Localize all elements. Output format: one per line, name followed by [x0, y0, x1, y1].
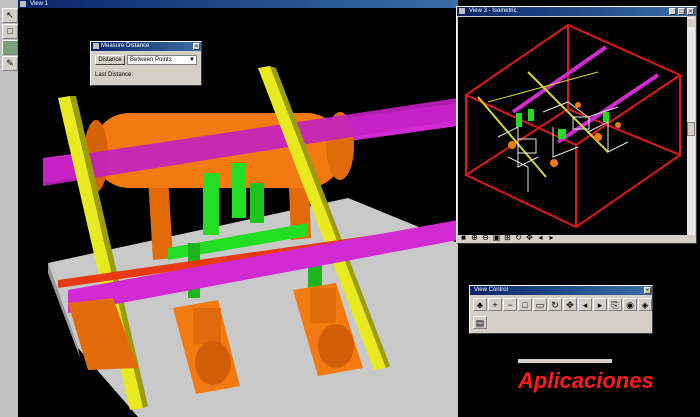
view-3-nav-bar: ■ ⊕ ⊖ ▣ ⊞ ↻ ✥ ◂ ▸: [459, 233, 684, 242]
measure-icon: [93, 43, 99, 49]
render-icon[interactable]: ◈: [638, 298, 652, 311]
view-3-titlebar[interactable]: View 3 - Isometric _ □ ×: [457, 7, 696, 16]
view-attributes-icon[interactable]: ▤: [473, 316, 487, 329]
brand-text: Aplicaciones: [518, 368, 654, 393]
view-control-row-2: ▤: [473, 316, 487, 329]
pan-icon[interactable]: ✥: [525, 233, 534, 242]
pump-motor-left: [193, 308, 221, 344]
measure-dialog-title: Measure Distance: [101, 43, 150, 49]
pump-pipe-c: [250, 183, 264, 223]
view-next-icon[interactable]: ▸: [547, 233, 556, 242]
view-control-palette: View Control × ♣ + − □ ▭ ↻ ✥ ◂ ▸ ⎘ ◉ ◈ ▤: [469, 285, 653, 334]
window-icon: [459, 8, 465, 14]
pump-pipe-b: [232, 163, 246, 218]
mode-select[interactable]: Between Points ▼: [127, 55, 197, 65]
last-distance-label: Last Distance:: [95, 72, 134, 78]
measure-distance-dialog: Measure Distance × Distance Between Poin…: [90, 41, 202, 86]
view-menu-icon[interactable]: ■: [459, 233, 468, 242]
pump-motor-right: [310, 288, 336, 323]
minimize-icon[interactable]: _: [669, 8, 676, 15]
pump-pipe-a: [203, 173, 219, 235]
zoom-out-icon[interactable]: ⊖: [481, 233, 490, 242]
zoom-out-icon[interactable]: −: [503, 298, 517, 311]
window-icon: [20, 1, 26, 7]
close-icon[interactable]: ×: [687, 8, 694, 15]
window-area-icon[interactable]: ▣: [492, 233, 501, 242]
close-icon[interactable]: ×: [644, 287, 651, 294]
view-control-titlebar[interactable]: View Control ×: [470, 286, 652, 295]
measure-dialog-titlebar[interactable]: Measure Distance ×: [91, 42, 201, 51]
rotate-icon[interactable]: ↻: [548, 298, 562, 311]
distance-button[interactable]: Distance: [95, 55, 125, 65]
mode-select-value: Between Points: [130, 57, 172, 63]
view-1-window: View 1 Measure Distance × Distance Betwe…: [18, 0, 458, 417]
view-1-canvas[interactable]: [18, 8, 458, 417]
fit-view-icon[interactable]: ⊞: [503, 233, 512, 242]
pump-casing-right: [318, 324, 354, 368]
view-icon[interactable]: [2, 40, 18, 55]
rotate-icon[interactable]: ↻: [514, 233, 523, 242]
view-3-canvas[interactable]: [458, 17, 688, 235]
view-next-icon[interactable]: ▸: [593, 298, 607, 311]
update-icon[interactable]: ♣: [473, 298, 487, 311]
view-3-window: View 3 - Isometric _ □ × ■ ⊕ ⊖ ▣ ⊞ ↻ ✥ ◂…: [456, 6, 697, 244]
camera-icon[interactable]: ◉: [623, 298, 637, 311]
view-3-scrollbar[interactable]: [687, 17, 695, 235]
maximize-icon[interactable]: □: [678, 8, 685, 15]
main-tool-strip: ↖ □ ✎: [0, 0, 19, 417]
view-3-title: View 3 - Isometric: [469, 8, 517, 14]
zoom-in-icon[interactable]: ⊕: [470, 233, 479, 242]
copy-view-icon[interactable]: ⎘: [608, 298, 622, 311]
pump-casing-left: [195, 341, 231, 385]
brand-overlay: Aplicaciones: [480, 359, 700, 417]
scroll-up-icon[interactable]: [687, 19, 695, 27]
view-1-titlebar[interactable]: View 1: [18, 0, 458, 8]
pan-icon[interactable]: ✥: [563, 298, 577, 311]
view-control-row-1: ♣ + − □ ▭ ↻ ✥ ◂ ▸ ⎘ ◉ ◈: [473, 298, 652, 311]
measure-icon[interactable]: ✎: [2, 56, 18, 71]
chevron-down-icon[interactable]: ▼: [189, 56, 195, 64]
close-icon[interactable]: ×: [193, 43, 200, 50]
view-control-title: View Control: [474, 287, 508, 293]
view-1-title: View 1: [30, 1, 48, 7]
view-previous-icon[interactable]: ◂: [536, 233, 545, 242]
fence-icon[interactable]: □: [2, 24, 18, 39]
window-area-icon[interactable]: □: [518, 298, 532, 311]
fit-view-icon[interactable]: ▭: [533, 298, 547, 311]
scroll-thumb[interactable]: [687, 122, 695, 136]
view-previous-icon[interactable]: ◂: [578, 298, 592, 311]
panel-remnant: [518, 359, 612, 363]
select-arrow-icon[interactable]: ↖: [2, 8, 18, 23]
zoom-in-icon[interactable]: +: [488, 298, 502, 311]
